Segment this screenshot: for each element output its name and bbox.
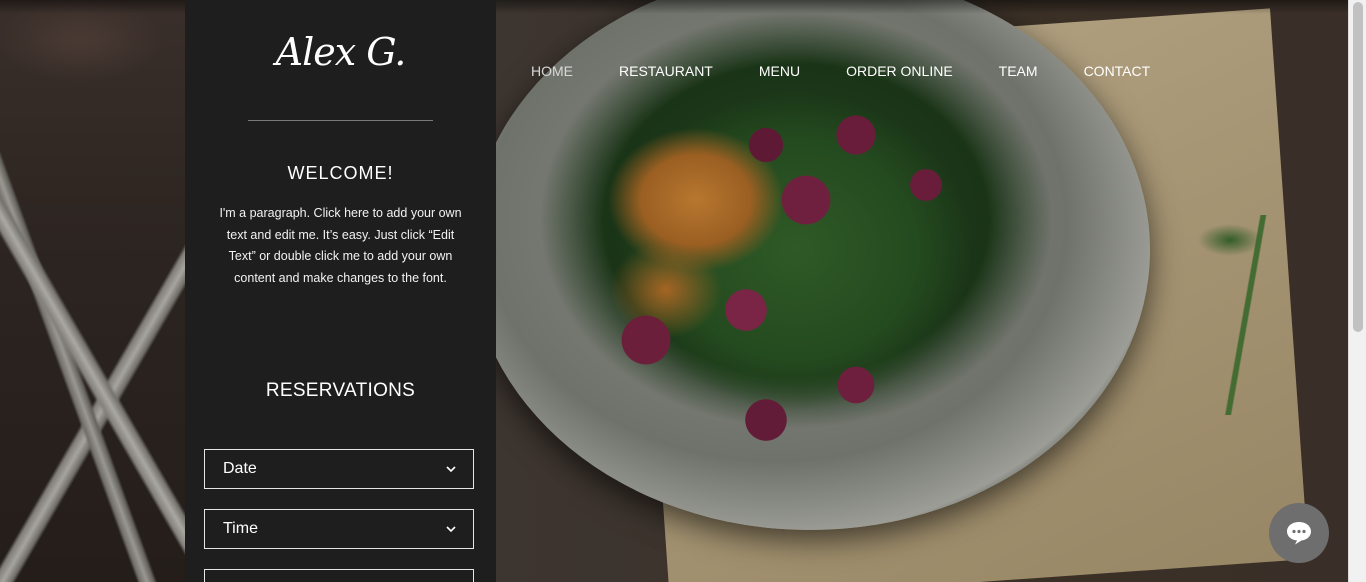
date-select-label: Date [223,460,257,477]
welcome-title: WELCOME! [287,163,394,183]
time-select-label: Time [223,520,258,537]
party-size-select[interactable] [204,569,474,582]
chat-button[interactable] [1269,503,1329,563]
reservations-title: RESERVATIONS [265,380,416,401]
nav-item-team[interactable]: TEAM [999,63,1038,83]
scrollbar-thumb[interactable] [1353,2,1363,332]
chevron-down-icon [446,526,456,533]
chat-bubble-icon [1287,522,1311,545]
nav-item-order-online[interactable]: ORDER ONLINE [846,63,953,83]
divider [248,120,433,121]
date-select[interactable]: Date [204,449,474,489]
sidebar-panel: Alex G. WELCOME! I'm a paragraph. Click … [185,0,496,582]
nav-item-restaurant[interactable]: RESTAURANT [619,63,713,83]
nav-item-contact[interactable]: CONTACT [1084,63,1151,83]
scrollbar[interactable] [1348,0,1366,582]
time-select[interactable]: Time [204,509,474,549]
site-logo[interactable]: Alex G. [185,30,496,74]
welcome-paragraph: I'm a paragraph. Click here to add your … [219,206,462,285]
nav-item-home[interactable]: HOME [531,63,573,83]
main-nav: HOME RESTAURANT MENU ORDER ONLINE TEAM C… [531,63,1150,83]
nav-item-menu[interactable]: MENU [759,63,800,83]
chevron-down-icon [446,466,456,473]
herb-image [1190,215,1300,415]
forks-image [0,150,185,582]
page: Alex G. WELCOME! I'm a paragraph. Click … [0,0,1366,582]
